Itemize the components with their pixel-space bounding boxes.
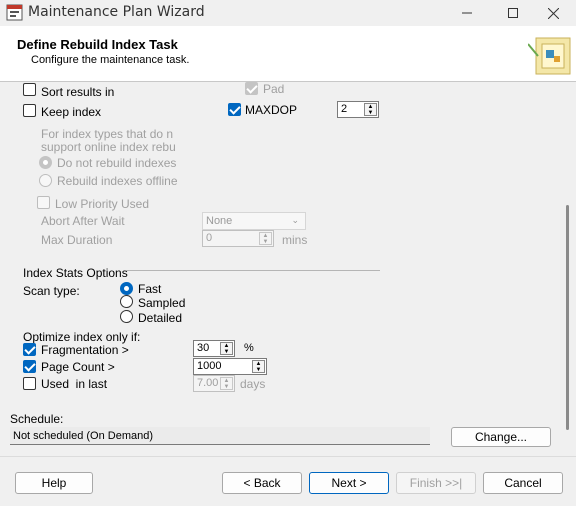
index-stats-group-label: Index Stats Options	[23, 266, 128, 280]
fragmentation-stepper[interactable]: 30 ▲ ▼	[193, 340, 235, 357]
maxdop-checkbox[interactable]	[228, 103, 241, 116]
spin-arrows-icon[interactable]: ▲ ▼	[364, 103, 377, 116]
spin-arrows-icon[interactable]: ▲ ▼	[252, 360, 265, 373]
pad-checkbox[interactable]	[245, 82, 258, 95]
next-button[interactable]: Next >	[309, 472, 389, 494]
scan-detailed-label: Detailed	[138, 311, 183, 325]
online-note-line1: For index types that do n	[41, 127, 174, 141]
low-priority-checkbox[interactable]	[37, 196, 50, 209]
maxdop-value: 2	[341, 103, 348, 115]
used-in-last-unit: days	[240, 377, 266, 391]
page-title: Define Rebuild Index Task	[17, 37, 178, 52]
used-in-last-value: 7.00	[197, 377, 219, 389]
footer-divider	[0, 456, 576, 457]
scan-detailed-radio[interactable]	[120, 310, 133, 323]
page-count-value: 1000	[197, 360, 222, 372]
minimize-button[interactable]	[444, 0, 490, 26]
spin-arrows-icon[interactable]: ▲ ▼	[220, 377, 233, 390]
help-button[interactable]: Help	[15, 472, 93, 494]
cancel-button[interactable]: Cancel	[483, 472, 563, 494]
wizard-banner-icon	[528, 37, 571, 75]
schedule-field: Not scheduled (On Demand)	[10, 427, 430, 445]
keep-index-label: Keep index	[41, 105, 102, 119]
used-in-last-checkbox[interactable]	[23, 377, 36, 390]
keep-index-checkbox[interactable]	[23, 104, 36, 117]
fragmentation-value: 30	[197, 342, 210, 354]
pad-label: Pad	[263, 82, 285, 96]
maximize-icon	[508, 8, 518, 18]
spin-arrows-icon[interactable]: ▲ ▼	[259, 232, 272, 245]
do-not-rebuild-radio[interactable]	[39, 156, 52, 169]
wizard-header: Define Rebuild Index Task Configure the …	[0, 26, 576, 82]
low-priority-label: Low Priority Used	[55, 197, 150, 211]
page-count-stepper[interactable]: 1000 ▲ ▼	[193, 358, 267, 375]
scan-sampled-radio[interactable]	[120, 295, 133, 308]
sort-results-checkbox[interactable]	[23, 83, 36, 96]
scan-fast-radio[interactable]	[120, 282, 133, 295]
group-divider	[126, 270, 380, 271]
rebuild-offline-label: Rebuild indexes offline	[57, 174, 178, 188]
max-duration-stepper[interactable]: 0 ▲ ▼	[202, 230, 274, 247]
abort-after-wait-dropdown[interactable]: None ⌄	[202, 212, 306, 230]
do-not-rebuild-label: Do not rebuild indexes	[57, 156, 177, 170]
max-duration-unit: mins	[282, 233, 308, 247]
fragmentation-checkbox[interactable]	[23, 343, 36, 356]
finish-button[interactable]: Finish >>|	[396, 472, 476, 494]
page-count-label: Page Count >	[41, 360, 115, 374]
abort-after-wait-value: None	[206, 215, 233, 227]
online-note-line2: support online index rebu	[41, 140, 176, 154]
schedule-label: Schedule:	[10, 412, 64, 426]
fragmentation-unit: %	[244, 342, 254, 354]
scrollbar-thumb[interactable]	[566, 205, 569, 430]
scan-fast-label: Fast	[138, 282, 162, 296]
used-in-last-stepper[interactable]: 7.00 ▲ ▼	[193, 375, 235, 392]
schedule-value: Not scheduled (On Demand)	[13, 430, 154, 442]
page-subtitle: Configure the maintenance task.	[31, 54, 190, 66]
max-duration-value: 0	[206, 232, 213, 244]
wizard-app-icon	[6, 4, 23, 21]
change-schedule-button[interactable]: Change...	[451, 427, 551, 447]
scan-type-label: Scan type:	[23, 284, 80, 298]
window-title: Maintenance Plan Wizard	[28, 4, 205, 20]
spin-arrows-icon[interactable]: ▲ ▼	[220, 342, 233, 355]
chevron-down-icon: ⌄	[291, 215, 299, 225]
abort-after-wait-label: Abort After Wait	[41, 214, 125, 228]
minimize-icon	[462, 12, 472, 14]
page-count-checkbox[interactable]	[23, 360, 36, 373]
maxdop-stepper[interactable]: 2 ▲ ▼	[337, 101, 379, 118]
back-button[interactable]: < Back	[222, 472, 302, 494]
optimize-label: Optimize index only if:	[23, 330, 141, 344]
close-button[interactable]	[530, 0, 576, 26]
maxdop-label: MAXDOP	[245, 103, 298, 117]
fragmentation-label: Fragmentation >	[41, 343, 129, 357]
sort-results-label: Sort results in	[41, 85, 115, 99]
max-duration-label: Max Duration	[41, 233, 113, 247]
rebuild-offline-radio[interactable]	[39, 174, 52, 187]
close-icon	[547, 7, 559, 19]
scan-sampled-label: Sampled	[138, 296, 186, 310]
used-in-last-label: Used in last	[41, 377, 108, 391]
title-bar: Maintenance Plan Wizard	[0, 0, 576, 26]
